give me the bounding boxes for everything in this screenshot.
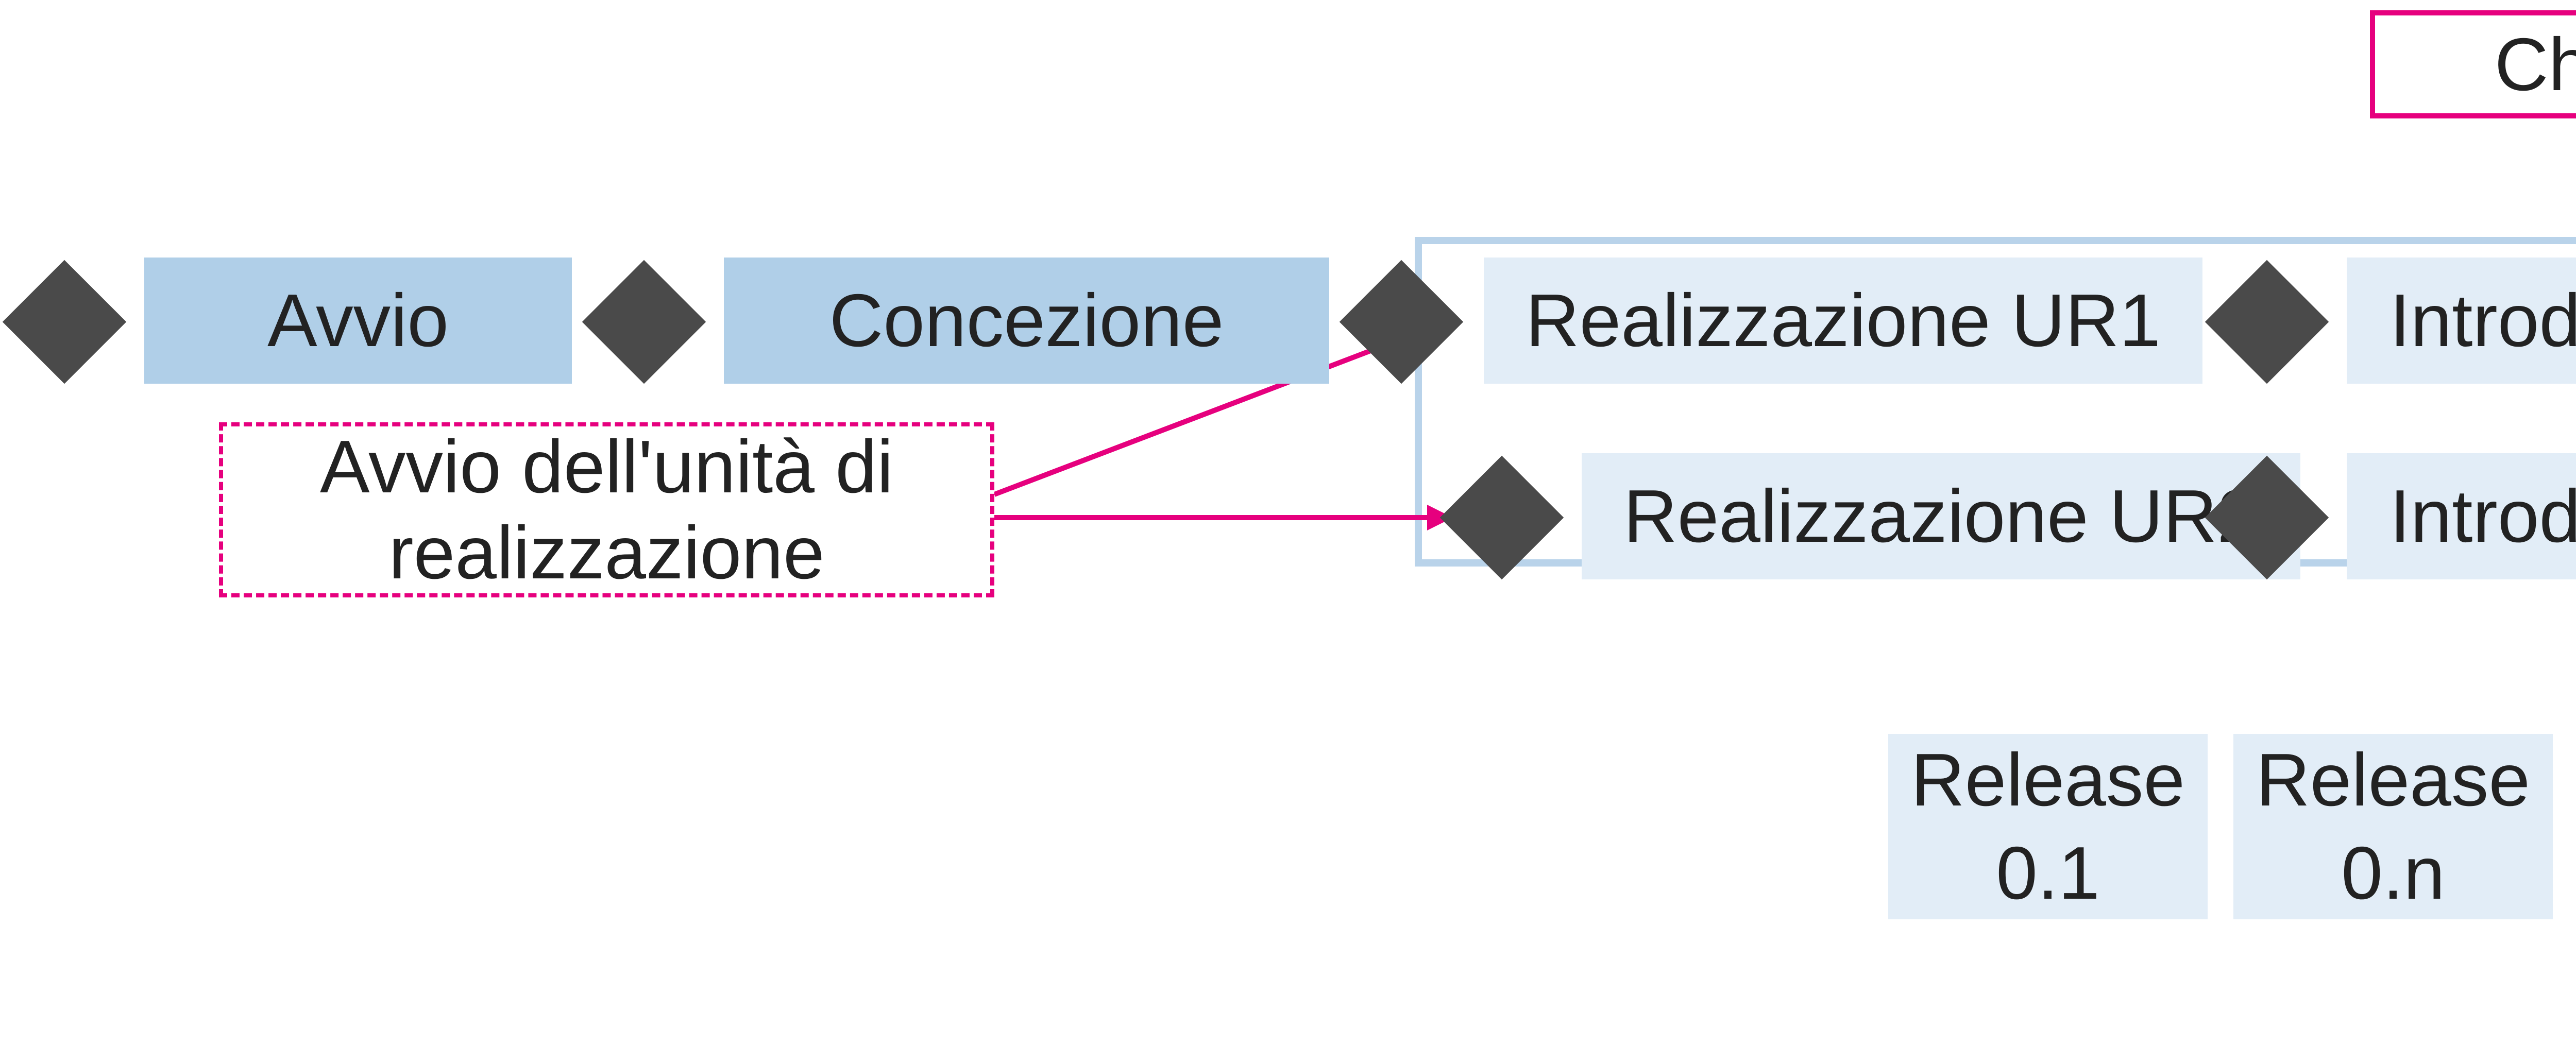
release-0n-word: Release [2256,733,2530,827]
phase-real-ur1: Realizzazione UR1 [1484,258,2202,384]
release-tile-01: Release 0.1 [1888,734,2208,919]
release-01-version: 0.1 [1996,827,2100,920]
phase-real-ur1-label: Realizzazione UR1 [1526,278,2161,364]
phase-real-ur2: Realizzazione UR2 [1582,453,2300,579]
phase-intro-ur2: Introduzione UR2 [2347,453,2576,579]
milestone-diamond [2205,260,2329,384]
release-tile-0n: Release 0.n [2233,734,2553,919]
callout-project-closure: Chiusura del progetto [2370,10,2576,118]
phase-avvio-label: Avvio [267,278,449,364]
callout-project-closure-text: Chiusura del progetto [2495,22,2576,108]
phase-intro-ur2-label: Introduzione UR2 [2389,473,2576,559]
milestone-diamond [1440,456,1564,579]
milestone-diamond [582,260,706,384]
phase-avvio: Avvio [144,258,572,384]
milestone-diamond [3,260,126,384]
release-0n-version: 0.n [2341,827,2445,920]
release-01-word: Release [1911,733,2185,827]
diagram-canvas: Chiusura del progetto Avvio dell'unità d… [0,0,2576,1046]
phase-real-ur2-label: Realizzazione UR2 [1623,473,2259,559]
milestone-diamond [1340,260,1463,384]
phase-concezione: Concezione [724,258,1329,384]
phase-intro-ur1-label: Introduzione UR1 [2389,278,2576,364]
callout-unit-start-text: Avvio dell'unità di realizzazione [254,424,959,596]
callout-unit-start: Avvio dell'unità di realizzazione [219,422,994,597]
phase-intro-ur1: Introduzione UR1 [2347,258,2576,384]
phase-concezione-label: Concezione [829,278,1224,364]
